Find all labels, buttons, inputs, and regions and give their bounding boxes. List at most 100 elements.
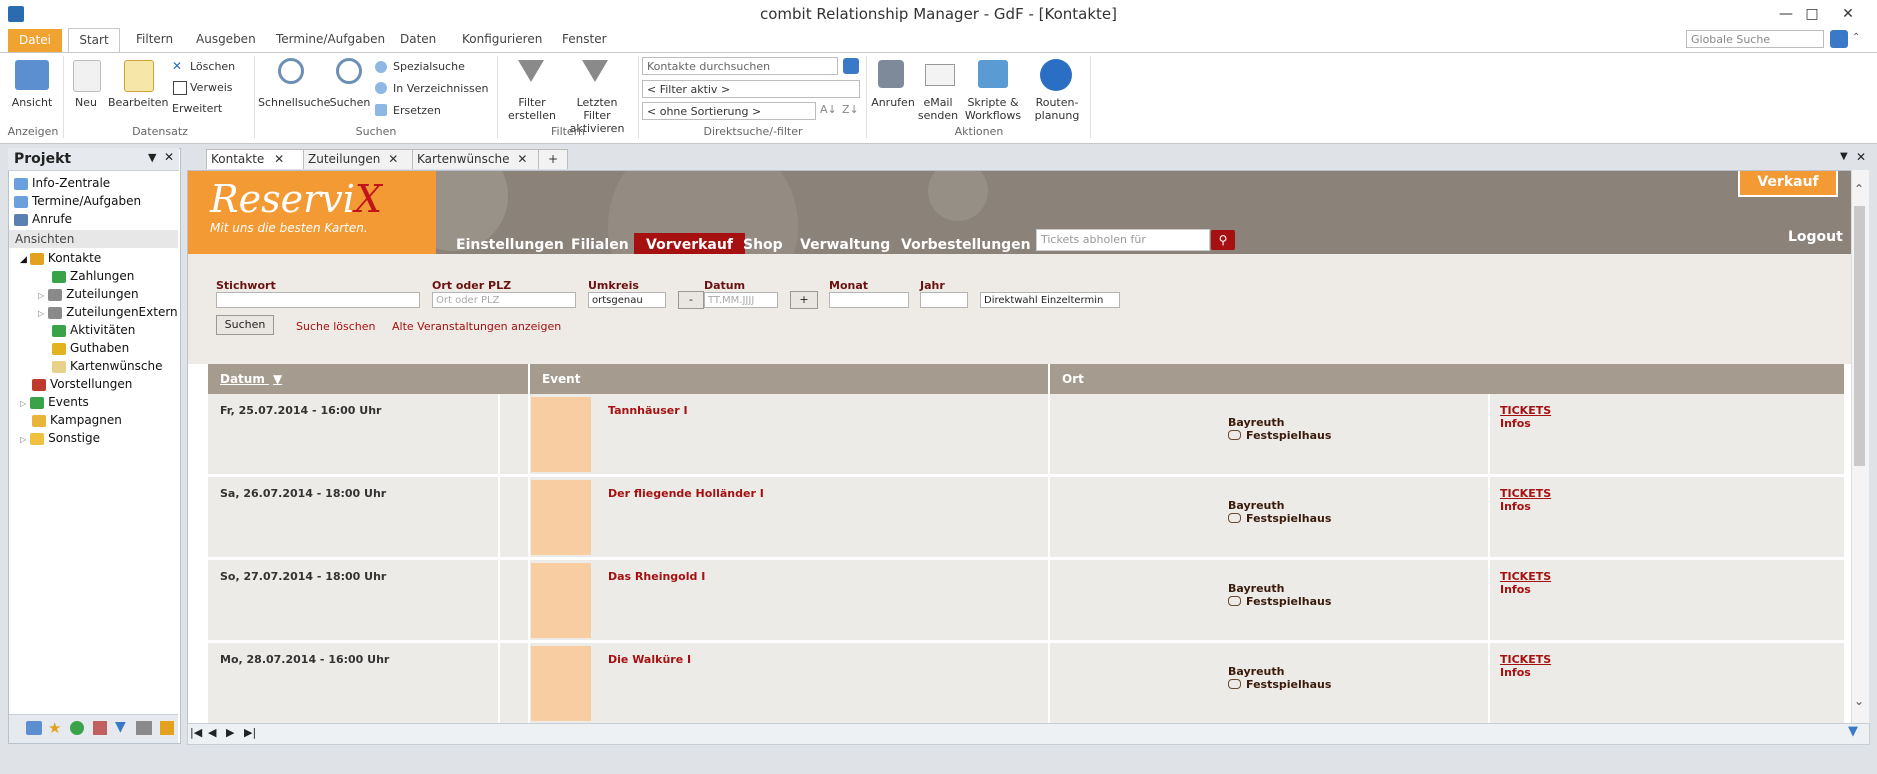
direktwahl-select[interactable]: Direktwahl Einzeltermin	[980, 292, 1120, 308]
ansicht-button[interactable]: Ansicht	[6, 96, 58, 109]
tab-konfigurieren[interactable]: Konfigurieren	[452, 28, 552, 51]
tab-daten[interactable]: Daten	[390, 28, 446, 51]
sync-icon[interactable]	[70, 721, 84, 735]
scripts-icon[interactable]	[978, 60, 1008, 88]
event-thumbnail[interactable]	[531, 397, 591, 472]
tickets-link[interactable]: TICKETS	[1500, 404, 1551, 417]
infos-link[interactable]: Infos	[1500, 583, 1531, 596]
verweis-icon[interactable]	[173, 81, 187, 95]
tab-close-icon[interactable]: ✕	[274, 152, 284, 166]
ersetzen-icon[interactable]	[375, 104, 387, 116]
infos-link[interactable]: Infos	[1500, 500, 1531, 513]
tree-item-kartenwuensche[interactable]: Kartenwünsche	[52, 357, 163, 375]
tickets-link[interactable]: TICKETS	[1500, 653, 1551, 666]
event-title-link[interactable]: Tannhäuser I	[608, 404, 688, 417]
suchen-button[interactable]: Suchen	[216, 315, 274, 335]
direct-search-icon[interactable]	[843, 58, 859, 74]
tab-filtern[interactable]: Filtern	[126, 28, 183, 51]
expand-icon[interactable]: ▷	[38, 291, 44, 300]
filter-small-icon[interactable]: ▼	[115, 719, 126, 735]
tree-item-info-zentrale[interactable]: Info-Zentrale	[14, 174, 110, 192]
ort-input[interactable]: Ort oder PLZ	[432, 292, 576, 308]
routenplanung-button[interactable]: Routen-planung	[1028, 96, 1086, 122]
filter-status-icon[interactable]: ▼	[1848, 724, 1858, 739]
sort-descending-icon[interactable]: Z↓	[842, 103, 859, 116]
ansicht-icon[interactable]	[15, 60, 49, 90]
tree-item-termine[interactable]: Termine/Aufgaben	[14, 192, 141, 210]
tree-item-aktivitaeten[interactable]: Aktivitäten	[52, 321, 135, 339]
expand-icon[interactable]: ▷	[20, 435, 26, 444]
umkreis-select[interactable]: ortsgenau	[588, 292, 666, 308]
global-search-input[interactable]: Globale Suche	[1686, 30, 1824, 48]
expand-icon[interactable]: ▷	[20, 399, 26, 408]
tab-list-icon[interactable]: ▼	[1840, 151, 1848, 162]
edit-icon[interactable]	[124, 60, 154, 92]
in-verzeichnissen-icon[interactable]	[375, 82, 387, 94]
loeschen-button[interactable]: Löschen	[190, 58, 235, 76]
users-icon[interactable]	[160, 721, 174, 735]
tab-kartenwuensche[interactable]: Kartenwünsche ✕	[412, 149, 540, 169]
scroll-up-icon[interactable]: ⌃	[1854, 182, 1864, 196]
infos-link[interactable]: Infos	[1500, 666, 1531, 679]
anrufen-button[interactable]: Anrufen	[870, 96, 916, 109]
email-icon[interactable]	[925, 64, 955, 86]
email-senden-button[interactable]: eMail senden	[916, 96, 960, 122]
favorites-icon[interactable]: ★	[48, 719, 61, 737]
first-record-icon[interactable]: |◀	[190, 726, 202, 739]
tickets-link[interactable]: TICKETS	[1500, 487, 1551, 500]
scroll-down-icon[interactable]: ⌄	[1854, 694, 1864, 708]
infos-link[interactable]: Infos	[1500, 417, 1531, 430]
bearbeiten-button[interactable]: Bearbeiten	[108, 96, 168, 109]
tab-close-icon[interactable]: ✕	[517, 152, 527, 166]
route-icon[interactable]	[1040, 59, 1072, 91]
event-title-link[interactable]: Das Rheingold I	[608, 570, 705, 583]
event-title-link[interactable]: Der fliegende Holländer I	[608, 487, 764, 500]
spezialsuche-icon[interactable]	[375, 61, 387, 73]
last-filter-icon[interactable]	[582, 60, 608, 82]
column-header-event[interactable]: Event	[528, 364, 1048, 394]
tab-datei[interactable]: Datei	[8, 29, 62, 52]
tab-zuteilungen[interactable]: Zuteilungen ✕	[303, 149, 413, 169]
tab-fenster[interactable]: Fenster	[552, 28, 617, 51]
spezialsuche-button[interactable]: Spezialsuche	[393, 58, 465, 76]
stichwort-input[interactable]	[216, 292, 420, 308]
filter-select[interactable]: < Filter aktiv >	[642, 80, 860, 98]
sort-select[interactable]: < ohne Sortierung >	[642, 102, 816, 120]
sort-ascending-icon[interactable]: A↓	[820, 103, 837, 116]
event-thumbnail[interactable]	[531, 480, 591, 555]
datum-plus-button[interactable]: +	[790, 291, 818, 309]
ribbon-collapse-icon[interactable]: ⌃	[1852, 32, 1860, 43]
delete-icon[interactable]: ✕	[172, 59, 182, 73]
skripte-workflows-button[interactable]: Skripte & Workflows	[960, 96, 1026, 122]
monat-select[interactable]	[829, 292, 909, 308]
tree-item-kampagnen[interactable]: Kampagnen	[32, 411, 122, 429]
event-title-link[interactable]: Die Walküre I	[608, 653, 691, 666]
maximize-icon[interactable]: □	[1794, 2, 1830, 26]
logout-link[interactable]: Logout	[1788, 229, 1843, 245]
ticket-search-input[interactable]: Tickets abholen für	[1036, 229, 1210, 251]
tree-item-events[interactable]: ▷ Events	[20, 393, 89, 411]
verkauf-tab[interactable]: Verkauf	[1738, 171, 1838, 197]
tab-termine-aufgaben[interactable]: Termine/Aufgaben	[266, 28, 395, 51]
alte-veranstaltungen-link[interactable]: Alte Veranstaltungen anzeigen	[392, 320, 561, 333]
ersetzen-button[interactable]: Ersetzen	[393, 102, 441, 120]
filter-erstellen-button[interactable]: Filter erstellen	[500, 96, 564, 122]
schnellsuche-icon[interactable]	[278, 58, 304, 84]
next-record-icon[interactable]: ▶	[226, 726, 234, 739]
search-icon[interactable]: ⚲	[1211, 230, 1235, 250]
tree-item-sonstige[interactable]: ▷ Sonstige	[20, 429, 100, 447]
tab-start[interactable]: Start	[68, 28, 120, 53]
pane-close-icon[interactable]: ✕	[164, 150, 174, 164]
new-tab-icon[interactable]: +	[538, 149, 568, 169]
kontakte-search-input[interactable]: Kontakte durchsuchen	[642, 57, 838, 75]
suche-loeschen-link[interactable]: Suche löschen	[296, 320, 376, 333]
scrollbar-thumb[interactable]	[1854, 206, 1865, 466]
pin-icon[interactable]: ▼	[148, 151, 156, 164]
tree-item-zuteilungen[interactable]: ▷ Zuteilungen	[38, 285, 139, 303]
site-logo[interactable]: ReserviX	[210, 177, 382, 221]
tree-item-kontakte[interactable]: ◢ Kontakte	[20, 249, 101, 267]
jahr-select[interactable]	[920, 292, 968, 308]
tickets-link[interactable]: TICKETS	[1500, 570, 1551, 583]
tree-item-guthaben[interactable]: Guthaben	[52, 339, 129, 357]
last-record-icon[interactable]: ▶|	[244, 726, 256, 739]
